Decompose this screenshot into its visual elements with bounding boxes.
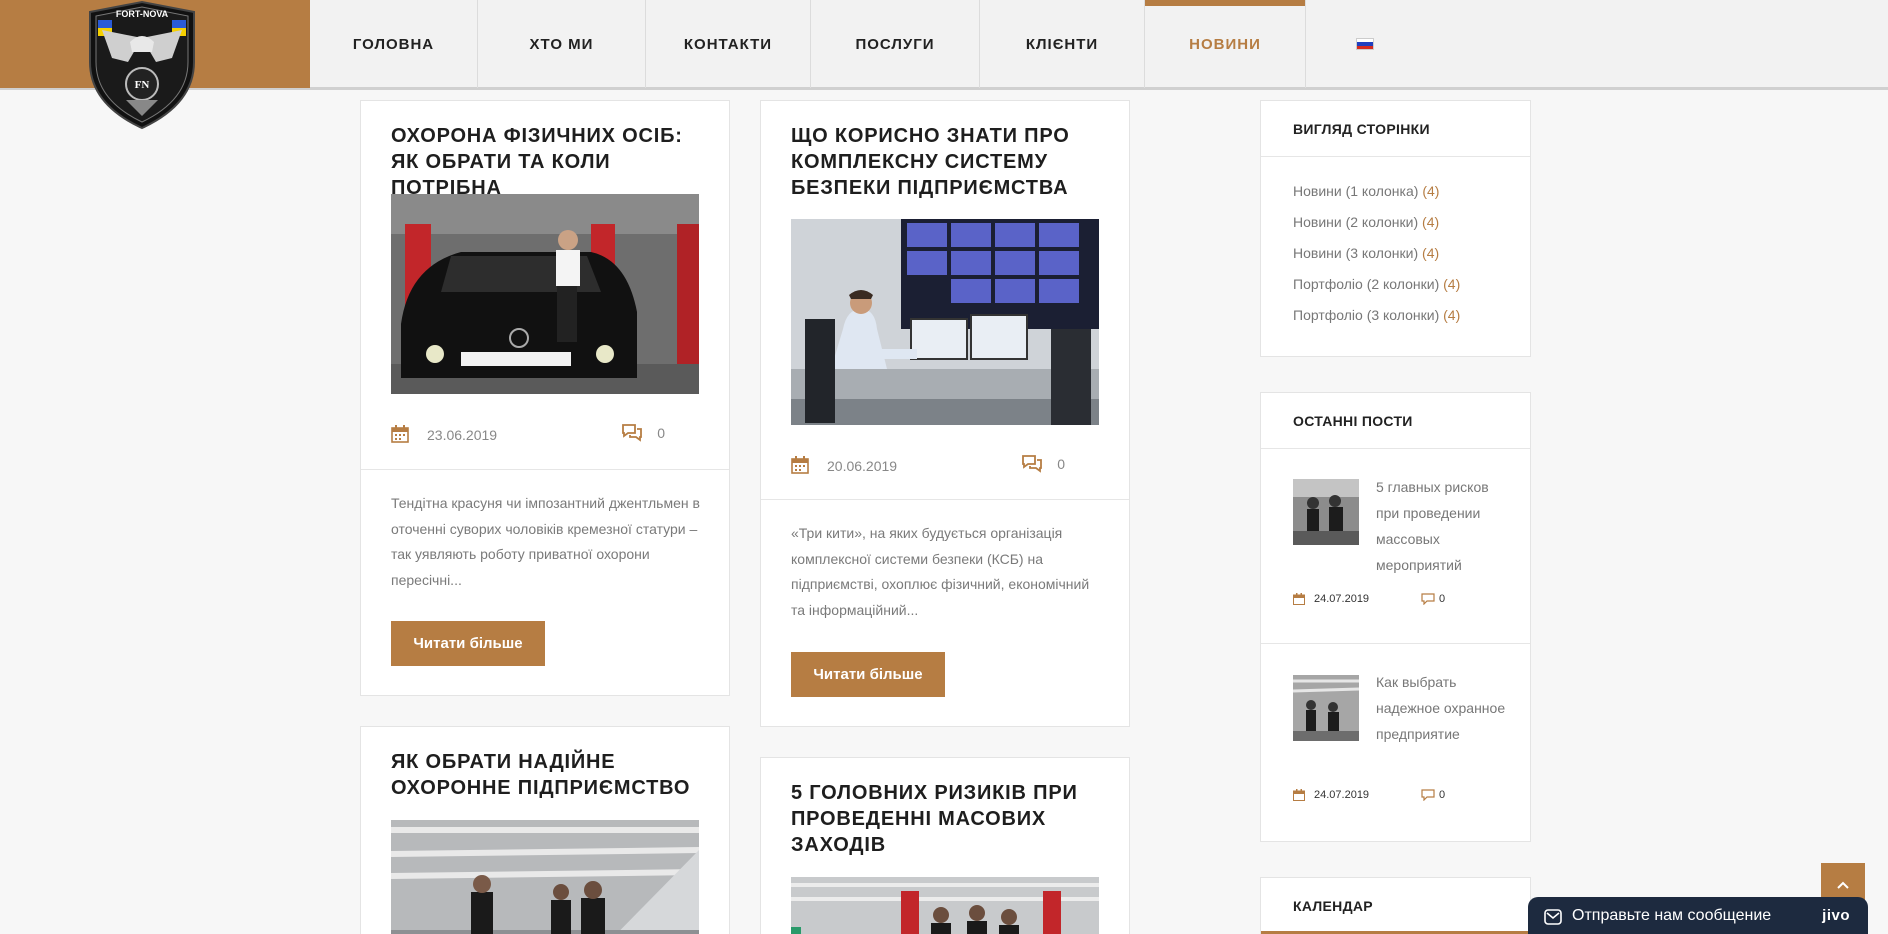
recent-post-title[interactable]: 5 главных рисков при проведении массовых… xyxy=(1376,474,1506,578)
read-more-button[interactable]: Читати більше xyxy=(391,621,545,666)
page-view-label: Портфоліо (2 колонки) xyxy=(1293,276,1440,292)
nav-item-clients[interactable]: КЛІЄНТИ xyxy=(980,0,1145,88)
page-view-item[interactable]: Новини (3 колонки) (4) xyxy=(1293,245,1460,276)
logo-text: FORT-NOVA xyxy=(116,9,169,19)
widget-divider xyxy=(1261,156,1530,157)
post-excerpt: «Три кити», на яких будується організаці… xyxy=(791,525,1090,618)
post-image[interactable] xyxy=(391,820,699,934)
page-view-item[interactable]: Новини (1 колонка) (4) xyxy=(1293,183,1460,214)
comments-icon[interactable] xyxy=(1021,454,1043,474)
page-view-item[interactable]: Портфоліо (2 колонки) (4) xyxy=(1293,276,1460,307)
post-meta: 23.06.2019 0 xyxy=(391,423,699,447)
post-card: Як обрати надійне охоронне підприємство xyxy=(360,726,730,934)
recent-post-comments: 0 xyxy=(1439,789,1446,801)
recent-posts-widget: ОСТАННІ ПОСТИ 5 главных рисков при прове… xyxy=(1260,392,1531,842)
page-view-count: (4) xyxy=(1443,276,1461,292)
recent-post-thumbnail[interactable] xyxy=(1293,675,1359,741)
page-view-label: Новини (1 колонка) xyxy=(1293,183,1419,199)
widget-title: ОСТАННІ ПОСТИ xyxy=(1293,413,1413,429)
fort-nova-logo[interactable]: FORT-NOVA FN xyxy=(82,0,202,130)
page-view-item[interactable]: Новини (2 колонки) (4) xyxy=(1293,214,1460,245)
page-view-label: Новини (2 колонки) xyxy=(1293,214,1419,230)
comment-count: 0 xyxy=(657,425,665,441)
page-view-list: Новини (1 колонка) (4) Новини (2 колонки… xyxy=(1293,183,1460,338)
comments-icon[interactable] xyxy=(621,423,643,443)
site-header: ГОЛОВНА ХТО МИ КОНТАКТИ ПОСЛУГИ КЛІЄНТИ … xyxy=(0,0,1888,90)
post-title[interactable]: Як обрати надійне охоронне підприємство xyxy=(391,749,691,801)
post-card: Що корисно знати про комплексну систему … xyxy=(760,100,1130,727)
calendar-icon xyxy=(391,425,409,443)
page-view-label: Портфоліо (3 колонки) xyxy=(1293,307,1440,323)
post-date: 20.06.2019 xyxy=(827,458,898,474)
chat-prompt: Отправьте нам сообщение xyxy=(1572,907,1772,924)
page-view-item[interactable]: Портфоліо (3 колонки) (4) xyxy=(1293,307,1460,338)
comment-icon[interactable] xyxy=(1421,789,1435,801)
page-view-count: (4) xyxy=(1443,307,1461,323)
chat-widget[interactable]: Отправьте нам сообщение jivo xyxy=(1528,897,1868,934)
post-title[interactable]: 5 головних ризиків при проведенні масови… xyxy=(791,780,1091,858)
recent-post-divider xyxy=(1261,643,1530,644)
post-card: Охорона фізичних осіб: як обрати та коли… xyxy=(360,100,730,696)
recent-post-meta: 24.07.2019 0 xyxy=(1293,789,1510,803)
page-view-label: Новини (3 колонки) xyxy=(1293,245,1419,261)
post-title[interactable]: Охорона фізичних осіб: як обрати та коли… xyxy=(391,123,706,201)
nav-item-news[interactable]: НОВИНИ xyxy=(1145,0,1306,88)
calendar-icon xyxy=(1293,593,1305,605)
recent-post-date: 24.07.2019 xyxy=(1314,789,1370,801)
post-image[interactable] xyxy=(791,219,1099,425)
calendar-icon xyxy=(1293,789,1305,801)
widget-title: КАЛЕНДАР xyxy=(1293,898,1373,914)
main-nav: ГОЛОВНА ХТО МИ КОНТАКТИ ПОСЛУГИ КЛІЄНТИ … xyxy=(310,0,1424,88)
recent-post-meta: 24.07.2019 0 xyxy=(1293,593,1510,607)
calendar-icon xyxy=(791,456,809,474)
nav-item-about[interactable]: ХТО МИ xyxy=(478,0,646,88)
page-view-count: (4) xyxy=(1422,183,1440,199)
recent-post-date: 24.07.2019 xyxy=(1314,593,1370,605)
post-image[interactable] xyxy=(791,877,1099,934)
post-date: 23.06.2019 xyxy=(427,427,498,443)
comment-count: 0 xyxy=(1057,456,1065,472)
card-divider xyxy=(761,499,1129,500)
recent-post-comments: 0 xyxy=(1439,593,1446,605)
chat-brand: jivo xyxy=(1822,907,1850,924)
envelope-chat-icon xyxy=(1544,909,1562,925)
nav-item-contacts[interactable]: КОНТАКТИ xyxy=(646,0,811,88)
page-view-count: (4) xyxy=(1422,214,1440,230)
post-excerpt: Тендітна красуня чи імпозантний джентльм… xyxy=(391,495,700,588)
post-card: 5 головних ризиків при проведенні масови… xyxy=(760,757,1130,934)
read-more-button[interactable]: Читати більше xyxy=(791,652,945,697)
post-meta: 20.06.2019 0 xyxy=(791,454,1099,478)
page-view-widget: ВИГЛЯД СТОРІНКИ Новини (1 колонка) (4) Н… xyxy=(1260,100,1531,357)
nav-item-services[interactable]: ПОСЛУГИ xyxy=(811,0,980,88)
comment-icon[interactable] xyxy=(1421,593,1435,605)
ru-flag-icon xyxy=(1356,38,1374,50)
nav-item-home[interactable]: ГОЛОВНА xyxy=(310,0,478,88)
calendar-widget: КАЛЕНДАР xyxy=(1260,877,1531,934)
recent-post-title[interactable]: Как выбрать надежное охранное предприяти… xyxy=(1376,669,1506,747)
widget-divider xyxy=(1261,448,1530,449)
chevron-up-icon xyxy=(1837,881,1849,889)
widget-title: ВИГЛЯД СТОРІНКИ xyxy=(1293,121,1430,137)
logo-initials: FN xyxy=(135,79,150,91)
page-view-count: (4) xyxy=(1422,245,1440,261)
post-title[interactable]: Що корисно знати про комплексну систему … xyxy=(791,123,1091,201)
card-divider xyxy=(361,469,729,470)
language-switch[interactable] xyxy=(1306,0,1424,88)
recent-post-thumbnail[interactable] xyxy=(1293,479,1359,545)
post-image[interactable] xyxy=(391,194,699,394)
